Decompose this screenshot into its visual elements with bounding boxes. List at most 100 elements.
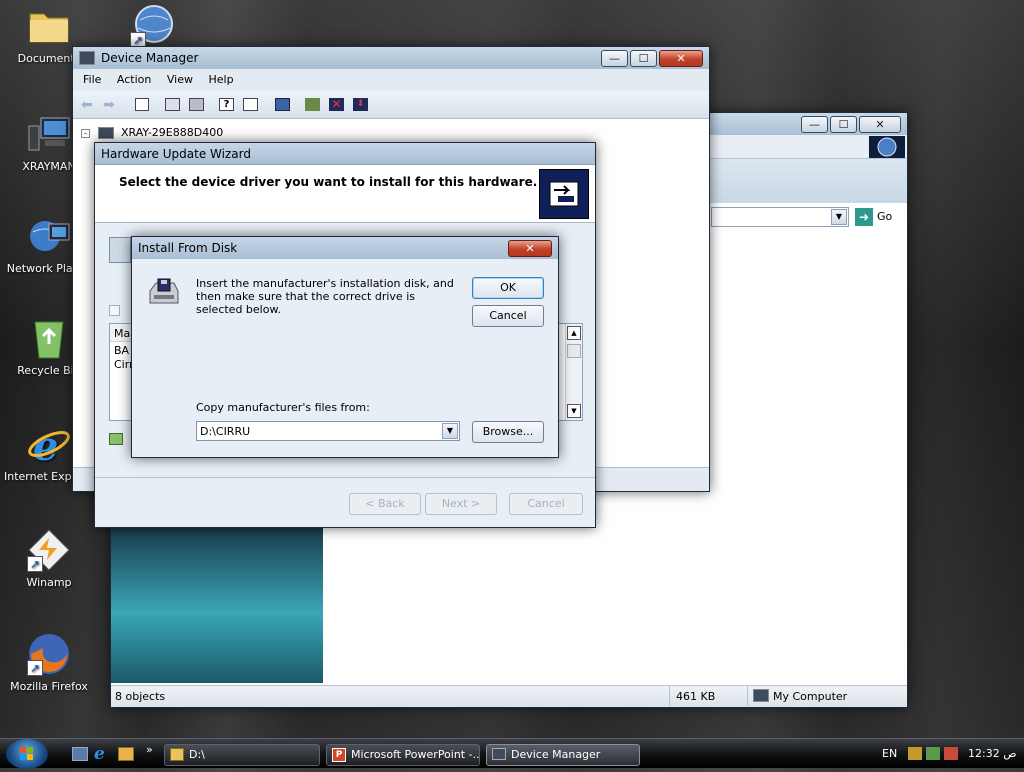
desktop-icon-firefox[interactable]: ➚ Mozilla Firefox — [4, 632, 94, 693]
forward-arrow-icon[interactable]: ➡ — [103, 97, 115, 113]
menu-action[interactable]: Action — [111, 69, 157, 91]
clock[interactable]: 12:32 ص — [968, 747, 1017, 760]
go-arrow-icon: ➜ — [855, 208, 873, 226]
driver-signed-icon — [109, 433, 123, 445]
menu-bar: File Action View Help — [73, 69, 709, 91]
safely-remove-icon[interactable] — [926, 747, 940, 760]
svg-text:e: e — [33, 423, 58, 466]
scan-hardware-icon[interactable] — [275, 98, 290, 111]
address-input[interactable]: ▼ — [711, 207, 849, 227]
status-bar: 8 objects 461 KB My Computer — [111, 685, 907, 707]
quick-launch-chevron-icon[interactable]: » — [146, 743, 153, 756]
tree-root[interactable]: - XRAY-29E888D400 — [81, 125, 223, 141]
copy-from-label: Copy manufacturer's files from: — [196, 401, 370, 414]
explorer-sidebar-image — [111, 527, 323, 683]
my-computer-icon — [753, 689, 769, 702]
device-icon — [109, 237, 131, 263]
help-icon[interactable]: ? — [219, 98, 234, 111]
properties-icon[interactable] — [165, 98, 180, 111]
wizard-titlebar: Hardware Update Wizard — [95, 143, 595, 165]
shortcut-arrow-icon: ➚ — [27, 660, 43, 676]
tray-icon[interactable] — [908, 747, 922, 760]
maximize-button[interactable]: ☐ — [830, 115, 857, 133]
status-divider — [669, 686, 670, 706]
list-item[interactable]: BA — [114, 344, 129, 357]
cancel-button[interactable]: Cancel — [472, 305, 544, 327]
device-manager-icon — [79, 51, 95, 65]
go-button[interactable]: ➜ Go — [853, 207, 907, 227]
firefox-icon: ➚ — [27, 632, 71, 676]
system-tray: EN 12:32 ص — [874, 739, 1024, 769]
folder-icon — [27, 4, 71, 48]
install-from-disk-dialog: Install From Disk ✕ Insert the manufactu… — [131, 236, 559, 458]
winamp-icon: ➚ — [27, 528, 71, 572]
uninstall-icon[interactable]: ✕ — [329, 98, 344, 111]
chevron-down-icon[interactable]: ▼ — [442, 423, 458, 439]
wizard-divider — [95, 477, 595, 478]
scroll-down-icon[interactable]: ▼ — [567, 404, 581, 418]
close-button[interactable]: ✕ — [508, 239, 552, 257]
menu-view[interactable]: View — [161, 69, 199, 91]
device-manager-titlebar: Device Manager — ☐ ✕ — [73, 47, 709, 69]
wizard-cancel-button[interactable]: Cancel — [509, 493, 583, 515]
language-indicator[interactable]: EN — [882, 747, 897, 760]
disable-icon[interactable]: ⬇ — [353, 98, 368, 111]
maximize-button[interactable]: ☐ — [630, 49, 657, 67]
back-button[interactable]: < Back — [349, 493, 421, 515]
menu-file[interactable]: File — [77, 69, 107, 91]
close-button[interactable]: ✕ — [659, 49, 703, 67]
show-desktop-icon[interactable] — [72, 747, 88, 761]
status-objects: 8 objects — [115, 690, 166, 703]
floppy-drive-icon — [148, 277, 180, 307]
powerpoint-icon: P — [332, 748, 346, 762]
wizard-heading: Select the device driver you want to ins… — [119, 175, 538, 189]
path-combobox[interactable]: D:\CIRRU ▼ — [196, 421, 460, 441]
ie-icon[interactable]: e — [94, 744, 105, 764]
minimize-button[interactable]: — — [801, 115, 828, 133]
show-hide-tree-icon[interactable] — [135, 98, 149, 111]
back-arrow-icon[interactable]: ⬅ — [81, 97, 93, 113]
next-button[interactable]: Next > — [425, 493, 497, 515]
status-divider — [747, 686, 748, 706]
windows-logo-icon — [869, 136, 905, 158]
dialog-title: Install From Disk — [138, 241, 238, 255]
scroll-thumb[interactable] — [567, 344, 581, 358]
chevron-down-icon[interactable]: ▼ — [831, 209, 847, 225]
compatible-hardware-checkbox[interactable] — [109, 305, 120, 316]
start-button[interactable] — [6, 739, 48, 769]
globe-icon: ➚ — [130, 4, 174, 48]
collapse-icon[interactable]: - — [81, 128, 90, 138]
device-manager-icon — [492, 748, 506, 760]
view-icon[interactable] — [243, 98, 258, 111]
scrollbar[interactable]: ▲ ▼ — [565, 324, 582, 420]
update-driver-icon[interactable] — [305, 98, 320, 111]
path-input[interactable]: D:\CIRRU — [200, 425, 250, 438]
desktop-icon-network-shortcut[interactable]: ➚ — [107, 4, 197, 52]
network-icon — [27, 214, 71, 258]
shortcut-arrow-icon: ➚ — [27, 556, 43, 572]
menu-help[interactable]: Help — [202, 69, 239, 91]
task-button[interactable]: D:\ — [164, 744, 320, 766]
computer-icon — [97, 127, 114, 139]
dialog-titlebar: Install From Disk ✕ — [132, 237, 558, 259]
scroll-up-icon[interactable]: ▲ — [567, 326, 581, 340]
winamp-icon[interactable] — [118, 747, 134, 761]
minimize-button[interactable]: — — [601, 49, 628, 67]
ie-icon: e — [27, 422, 71, 470]
computer-icon — [27, 112, 71, 156]
close-button[interactable]: ✕ — [859, 115, 901, 133]
browse-button[interactable]: Browse... — [472, 421, 544, 443]
dialog-message: Insert the manufacturer's installation d… — [196, 277, 454, 316]
toolbar: ⬅ ➡ ? ✕ ⬇ — [73, 91, 709, 119]
desktop-icon-winamp[interactable]: ➚ Winamp — [4, 528, 94, 589]
print-icon[interactable] — [189, 98, 204, 111]
status-size: 461 KB — [676, 690, 716, 703]
wizard-title: Hardware Update Wizard — [101, 146, 251, 161]
task-button[interactable]: Device Manager — [486, 744, 640, 766]
folder-icon — [170, 748, 184, 761]
task-button[interactable]: P Microsoft PowerPoint -... — [326, 744, 480, 766]
taskbar: e » D:\ P Microsoft PowerPoint -... Devi… — [0, 738, 1024, 769]
hardware-wizard-icon — [539, 169, 589, 219]
ok-button[interactable]: OK — [472, 277, 544, 299]
security-alert-icon[interactable] — [944, 747, 958, 760]
